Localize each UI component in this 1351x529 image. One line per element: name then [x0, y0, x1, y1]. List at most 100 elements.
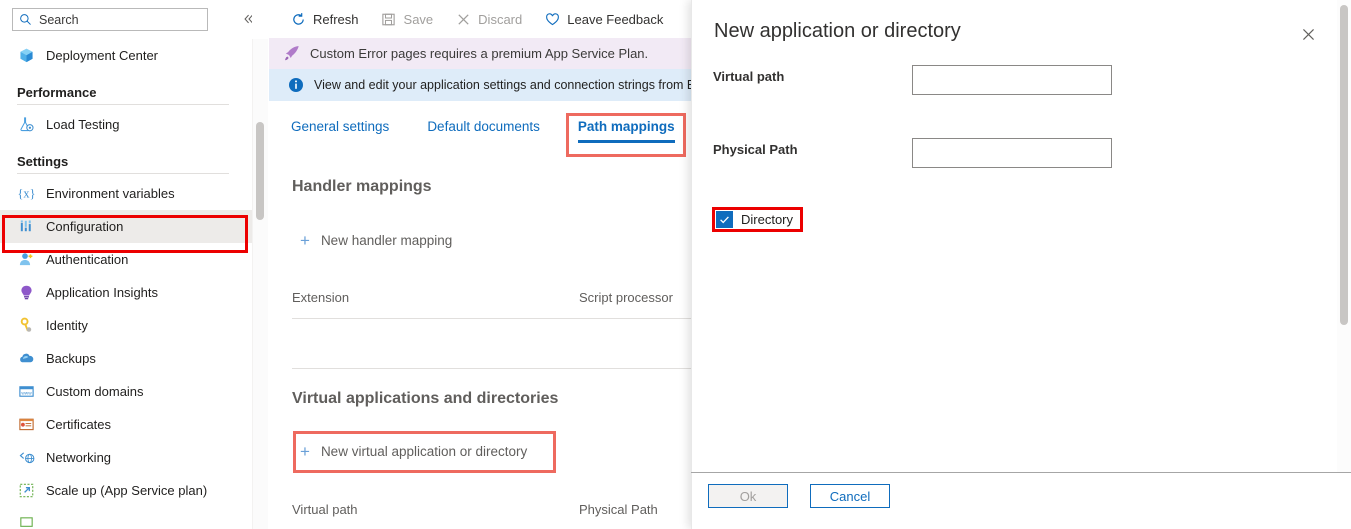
new-handler-mapping-label: New handler mapping — [321, 233, 452, 248]
checkbox-check-icon — [716, 211, 733, 228]
tab-label: Path mappings — [578, 119, 675, 134]
physical-path-input[interactable] — [912, 138, 1112, 168]
variables-icon: {x} — [17, 185, 35, 203]
info-circle-icon — [287, 77, 304, 94]
sidebar-search-row — [0, 0, 252, 39]
search-box[interactable] — [12, 8, 208, 31]
sidebar-item-label: Load Testing — [46, 117, 120, 132]
sidebar-item-load-testing[interactable]: Load Testing — [0, 108, 252, 141]
tab-general-settings[interactable]: General settings — [291, 112, 389, 143]
sidebar-group-performance: Performance — [0, 72, 252, 105]
rocket-icon — [281, 45, 301, 63]
tab-default-documents[interactable]: Default documents — [427, 112, 540, 143]
plus-icon: + — [300, 232, 310, 249]
save-button[interactable]: Save — [381, 11, 434, 27]
tab-label: General settings — [291, 119, 389, 134]
sidebar-item-label: Authentication — [46, 252, 128, 267]
column-header-script-processor: Script processor — [579, 290, 673, 305]
scale-up-icon — [17, 482, 35, 500]
networking-icon — [17, 449, 35, 467]
application-insights-icon — [17, 284, 35, 302]
tab-path-mappings[interactable]: Path mappings — [578, 112, 675, 143]
leave-feedback-label: Leave Feedback — [567, 12, 663, 27]
deployment-center-icon — [17, 47, 35, 65]
column-header-virtual-path: Virtual path — [292, 502, 579, 517]
sidebar-item-environment-variables[interactable]: {x} Environment variables — [0, 177, 252, 210]
sidebar-nav: Deployment Center Performance Load Testi… — [0, 39, 252, 529]
sidebar-item-label: Backups — [46, 351, 96, 366]
heart-icon — [544, 11, 560, 27]
sidebar-item-label: Deployment Center — [46, 48, 158, 63]
new-virtual-application-button[interactable]: + New virtual application or directory — [300, 443, 527, 460]
column-header-extension: Extension — [292, 290, 579, 305]
field-label: Virtual path — [713, 69, 784, 84]
dialog-scrollbar-thumb[interactable] — [1340, 5, 1348, 325]
identity-key-icon — [17, 317, 35, 335]
sidebar-item-label: Scale up (App Service plan) — [46, 483, 207, 498]
chevron-double-left-icon[interactable] — [240, 10, 252, 28]
divider — [17, 173, 229, 174]
divider — [691, 0, 692, 529]
app-settings-info-banner-text: View and edit your application settings … — [314, 78, 708, 92]
app-root: Deployment Center Performance Load Testi… — [0, 0, 1351, 529]
sidebar-item-label: Certificates — [46, 417, 111, 432]
custom-domains-icon: www — [17, 383, 35, 401]
sidebar-item-label: Application Insights — [46, 285, 158, 300]
physical-path-field-label: Physical Path — [713, 142, 798, 157]
search-input[interactable] — [37, 12, 191, 28]
sidebar-group-settings: Settings — [0, 141, 252, 174]
svg-text:www: www — [21, 392, 32, 397]
dialog-footer: Ok Cancel — [708, 484, 890, 508]
sidebar-item-label: Identity — [46, 318, 88, 333]
sidebar-item-authentication[interactable]: Authentication — [0, 243, 252, 276]
refresh-button[interactable]: Refresh — [290, 11, 359, 27]
svg-text:{x}: {x} — [18, 186, 35, 200]
sidebar-item-label: Custom domains — [46, 384, 144, 399]
cancel-button[interactable]: Cancel — [810, 484, 890, 508]
load-testing-icon — [17, 116, 35, 134]
virtual-path-input[interactable] — [912, 65, 1112, 95]
tab-label: Default documents — [427, 119, 540, 134]
directory-checkbox-label: Directory — [741, 212, 793, 227]
sidebar-item-custom-domains[interactable]: www Custom domains — [0, 375, 252, 408]
discard-label: Discard — [478, 12, 522, 27]
dialog-title: New application or directory — [714, 20, 961, 43]
virtual-path-field-label: Virtual path — [713, 69, 784, 84]
sidebar-item-scale-up[interactable]: Scale up (App Service plan) — [0, 474, 252, 507]
sidebar: Deployment Center Performance Load Testi… — [0, 0, 252, 529]
field-label: Physical Path — [713, 142, 798, 157]
leave-feedback-button[interactable]: Leave Feedback — [544, 11, 663, 27]
virtual-apps-title: Virtual applications and directories — [292, 390, 558, 408]
close-icon[interactable] — [1297, 23, 1319, 45]
sidebar-item-application-insights[interactable]: Application Insights — [0, 276, 252, 309]
discard-x-icon — [455, 11, 471, 27]
save-label: Save — [404, 12, 434, 27]
certificates-icon — [17, 416, 35, 434]
sidebar-item-identity[interactable]: Identity — [0, 309, 252, 342]
save-icon — [381, 11, 397, 27]
new-virtual-application-label: New virtual application or directory — [321, 444, 527, 459]
sidebar-scrollbar-thumb[interactable] — [256, 122, 264, 220]
discard-button[interactable]: Discard — [455, 11, 522, 27]
configuration-icon — [17, 218, 35, 236]
premium-plan-banner-text: Custom Error pages requires a premium Ap… — [310, 46, 648, 61]
plus-icon: + — [300, 443, 310, 460]
ok-button[interactable]: Ok — [708, 484, 788, 508]
sidebar-item-certificates[interactable]: Certificates — [0, 408, 252, 441]
sidebar-item-configuration[interactable]: Configuration — [0, 210, 252, 243]
backups-cloud-icon — [17, 350, 35, 368]
sidebar-item-partial[interactable] — [0, 507, 252, 529]
dialog-footer-divider — [691, 472, 1351, 473]
sidebar-scrollbar-track[interactable] — [252, 39, 268, 529]
directory-checkbox[interactable]: Directory — [716, 211, 793, 228]
sidebar-group-title: Settings — [17, 141, 240, 173]
authentication-icon — [17, 251, 35, 269]
sidebar-item-backups[interactable]: Backups — [0, 342, 252, 375]
sidebar-item-networking[interactable]: Networking — [0, 441, 252, 474]
column-header-physical-path: Physical Path — [579, 502, 658, 517]
sidebar-item-deployment-center[interactable]: Deployment Center — [0, 39, 252, 72]
new-handler-mapping-button[interactable]: + New handler mapping — [300, 232, 452, 249]
sidebar-group-title: Performance — [17, 72, 240, 104]
sidebar-item-label: Configuration — [46, 219, 123, 234]
refresh-icon — [290, 11, 306, 27]
